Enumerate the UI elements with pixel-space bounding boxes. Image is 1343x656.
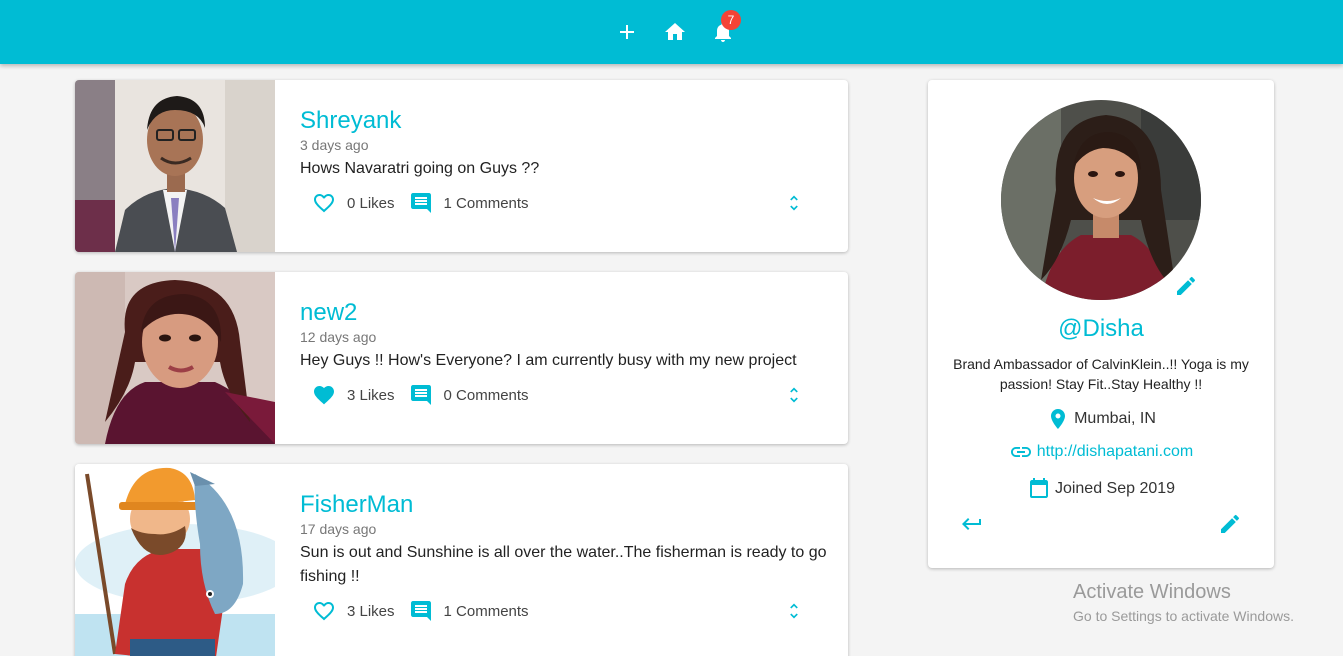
activate-windows-watermark: Activate Windows Go to Settings to activ…	[1073, 580, 1294, 626]
profile-card: @Disha Brand Ambassador of CalvinKlein..…	[928, 80, 1274, 568]
post-username[interactable]: FisherMan	[300, 491, 828, 519]
unfold-more-icon	[790, 603, 798, 619]
like-button[interactable]	[312, 599, 336, 623]
profile-website: http://dishapatani.com	[928, 440, 1274, 464]
profile-handle[interactable]: @Disha	[928, 315, 1274, 343]
watermark-subtitle: Go to Settings to activate Windows.	[1073, 608, 1294, 624]
expand-post-button[interactable]	[784, 190, 804, 216]
comment-icon	[410, 601, 431, 621]
top-app-bar: 7	[0, 0, 1343, 64]
post-card: new2 12 days ago Hey Guys !! How's Every…	[75, 272, 848, 444]
post-content: Shreyank 3 days ago Hows Navaratri going…	[300, 80, 828, 181]
post-timestamp: 17 days ago	[300, 521, 377, 537]
link-icon	[1010, 447, 1031, 457]
profile-bio: Brand Ambassador of CalvinKlein..!! Yoga…	[953, 356, 1249, 392]
post-actions: 3 Likes 1 Comments	[312, 598, 543, 624]
comments-button[interactable]	[409, 383, 433, 407]
joined-text: Joined Sep 2019	[1054, 480, 1176, 497]
post-user-photo[interactable]	[75, 272, 275, 444]
post-text: Hows Navaratri going on Guys ??	[300, 160, 540, 177]
add-post-button[interactable]	[615, 20, 639, 44]
post-card: Shreyank 3 days ago Hows Navaratri going…	[75, 80, 848, 252]
post-timestamp: 3 days ago	[300, 137, 369, 153]
comments-button[interactable]	[409, 191, 433, 215]
notification-count-badge: 7	[721, 10, 741, 30]
calendar-icon	[1029, 478, 1048, 498]
post-content: new2 12 days ago Hey Guys !! How's Every…	[300, 272, 828, 373]
heart-outline-icon	[314, 194, 334, 213]
post-username[interactable]: Shreyank	[300, 107, 828, 135]
post-user-photo[interactable]	[75, 80, 275, 252]
post-user-photo[interactable]	[75, 464, 275, 656]
edit-photo-button[interactable]	[1174, 274, 1198, 298]
location-text: Mumbai, IN	[1074, 410, 1156, 427]
location-pin-icon	[1051, 409, 1066, 429]
website-link[interactable]: http://dishapatani.com	[1037, 443, 1194, 461]
like-button[interactable]	[312, 191, 336, 215]
comment-icon	[410, 193, 431, 213]
like-button[interactable]	[312, 383, 336, 407]
home-button[interactable]	[663, 20, 687, 44]
post-actions: 0 Likes 1 Comments	[312, 190, 543, 216]
pencil-icon	[1221, 514, 1240, 533]
watermark-title: Activate Windows	[1073, 581, 1231, 603]
heart-filled-icon	[314, 386, 334, 405]
comments-count: 1 Comments	[443, 194, 529, 212]
comments-button[interactable]	[409, 599, 433, 623]
unfold-more-icon	[790, 195, 798, 211]
post-actions: 3 Likes 0 Comments	[312, 382, 543, 408]
notifications-button[interactable]: 7	[711, 10, 741, 44]
post-username[interactable]: new2	[300, 299, 828, 327]
post-content: FisherMan 17 days ago Sun is out and Sun…	[300, 464, 828, 589]
post-text: Hey Guys !! How's Everyone? I am current…	[300, 352, 797, 369]
pencil-icon	[1177, 276, 1196, 295]
heart-outline-icon	[314, 602, 334, 621]
plus-icon	[620, 25, 634, 39]
profile-avatar	[1001, 100, 1201, 300]
likes-count: 3 Likes	[347, 602, 395, 620]
comments-count: 1 Comments	[443, 602, 529, 620]
post-card: FisherMan 17 days ago Sun is out and Sun…	[75, 464, 848, 656]
edit-profile-button[interactable]	[1218, 512, 1242, 536]
post-timestamp: 12 days ago	[300, 329, 377, 345]
post-text: Sun is out and Sunshine is all over the …	[300, 544, 827, 585]
expand-post-button[interactable]	[784, 598, 804, 624]
logout-button[interactable]	[960, 512, 984, 536]
comment-icon	[410, 385, 431, 405]
return-arrow-icon	[962, 518, 981, 530]
comments-count: 0 Comments	[443, 386, 529, 404]
profile-location: Mumbai, IN	[928, 407, 1274, 431]
likes-count: 3 Likes	[347, 386, 395, 404]
likes-count: 0 Likes	[347, 194, 395, 212]
unfold-more-icon	[790, 387, 798, 403]
expand-post-button[interactable]	[784, 382, 804, 408]
home-icon	[665, 23, 685, 40]
profile-joined: Joined Sep 2019	[928, 477, 1274, 501]
